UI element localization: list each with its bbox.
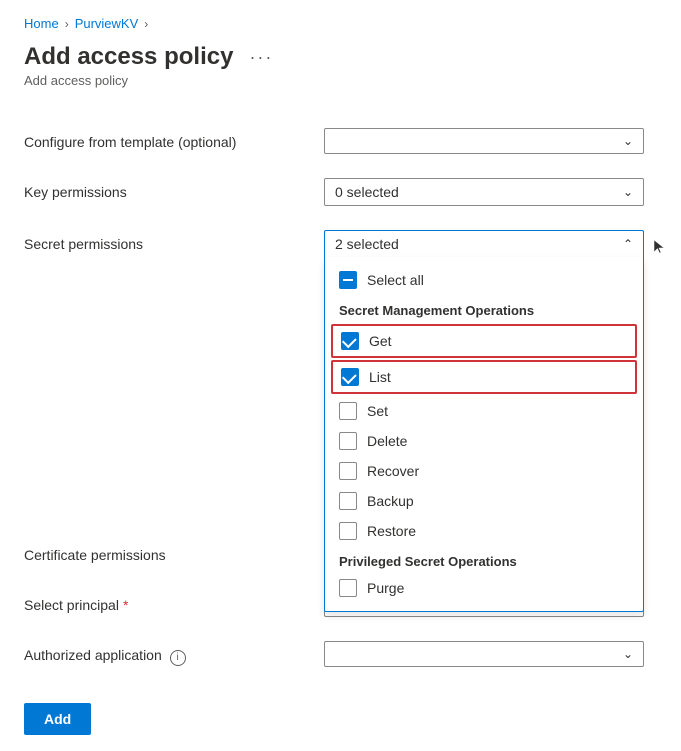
- delete-checkbox[interactable]: [339, 432, 357, 450]
- recover-checkbox[interactable]: [339, 462, 357, 480]
- select-all-item[interactable]: Select all: [325, 265, 643, 295]
- secret-permissions-row: Secret permissions 2 selected ⌃ Select a…: [24, 218, 657, 269]
- select-all-label: Select all: [367, 272, 424, 288]
- restore-label: Restore: [367, 523, 416, 539]
- secret-permissions-panel: Select all Secret Management Operations …: [324, 257, 644, 612]
- delete-label: Delete: [367, 433, 407, 449]
- page-title: Add access policy: [24, 43, 233, 71]
- secret-permissions-dropdown[interactable]: 2 selected ⌃: [324, 230, 644, 257]
- add-button[interactable]: Add: [24, 703, 91, 735]
- key-permissions-dropdown[interactable]: 0 selected ⌄: [324, 178, 644, 206]
- backup-checkbox[interactable]: [339, 492, 357, 510]
- authorized-application-row: Authorized application i ⌄: [24, 629, 657, 679]
- purge-item[interactable]: Purge: [325, 573, 643, 603]
- form-section: Configure from template (optional) ⌄ Key…: [24, 116, 657, 735]
- breadcrumb-sep-2: ›: [144, 17, 148, 31]
- recover-item[interactable]: Recover: [325, 456, 643, 486]
- breadcrumb-sep-1: ›: [65, 17, 69, 31]
- configure-template-dropdown[interactable]: ⌄: [324, 128, 644, 154]
- secret-permissions-label: Secret permissions: [24, 230, 324, 252]
- recover-label: Recover: [367, 463, 419, 479]
- get-label: Get: [369, 333, 392, 349]
- backup-item[interactable]: Backup: [325, 486, 643, 516]
- get-checkbox[interactable]: [341, 332, 359, 350]
- authorized-application-label: Authorized application i: [24, 641, 324, 666]
- set-label: Set: [367, 403, 388, 419]
- key-permissions-row: Key permissions 0 selected ⌄: [24, 166, 657, 218]
- chevron-down-icon: ⌄: [623, 647, 633, 661]
- page-title-container: Add access policy ···: [24, 43, 657, 71]
- restore-checkbox[interactable]: [339, 522, 357, 540]
- required-star: *: [123, 597, 128, 613]
- purge-label: Purge: [367, 580, 404, 596]
- backup-label: Backup: [367, 493, 414, 509]
- secret-permissions-wrapper: 2 selected ⌃ Select all Secret Managemen…: [324, 230, 644, 257]
- breadcrumb-home[interactable]: Home: [24, 16, 59, 31]
- chevron-up-icon: ⌃: [623, 237, 633, 251]
- info-icon[interactable]: i: [170, 650, 186, 666]
- get-item[interactable]: Get: [331, 324, 637, 358]
- cursor-indicator: [652, 238, 666, 259]
- restore-item[interactable]: Restore: [325, 516, 643, 546]
- privileged-secret-section-header: Privileged Secret Operations: [325, 546, 643, 573]
- breadcrumb: Home › PurviewKV ›: [24, 16, 657, 31]
- configure-template-row: Configure from template (optional) ⌄: [24, 116, 657, 166]
- list-item[interactable]: List: [331, 360, 637, 394]
- authorized-application-dropdown[interactable]: ⌄: [324, 641, 644, 667]
- set-checkbox[interactable]: [339, 402, 357, 420]
- set-item[interactable]: Set: [325, 396, 643, 426]
- list-checkbox[interactable]: [341, 368, 359, 386]
- select-all-checkbox[interactable]: [339, 271, 357, 289]
- certificate-permissions-label: Certificate permissions: [24, 541, 324, 563]
- delete-item[interactable]: Delete: [325, 426, 643, 456]
- list-label: List: [369, 369, 391, 385]
- select-principal-label: Select principal*: [24, 591, 324, 613]
- key-permissions-label: Key permissions: [24, 178, 324, 200]
- purge-checkbox[interactable]: [339, 579, 357, 597]
- breadcrumb-purviewkv[interactable]: PurviewKV: [75, 16, 139, 31]
- ellipsis-button[interactable]: ···: [243, 45, 279, 70]
- secret-permissions-value: 2 selected: [335, 236, 399, 252]
- configure-template-label: Configure from template (optional): [24, 128, 324, 150]
- key-permissions-value: 0 selected: [335, 184, 399, 200]
- secret-mgmt-section-header: Secret Management Operations: [325, 295, 643, 322]
- add-button-container: Add: [24, 695, 657, 735]
- chevron-down-icon: ⌄: [623, 185, 633, 199]
- page-subtitle: Add access policy: [24, 73, 657, 88]
- chevron-down-icon: ⌄: [623, 134, 633, 148]
